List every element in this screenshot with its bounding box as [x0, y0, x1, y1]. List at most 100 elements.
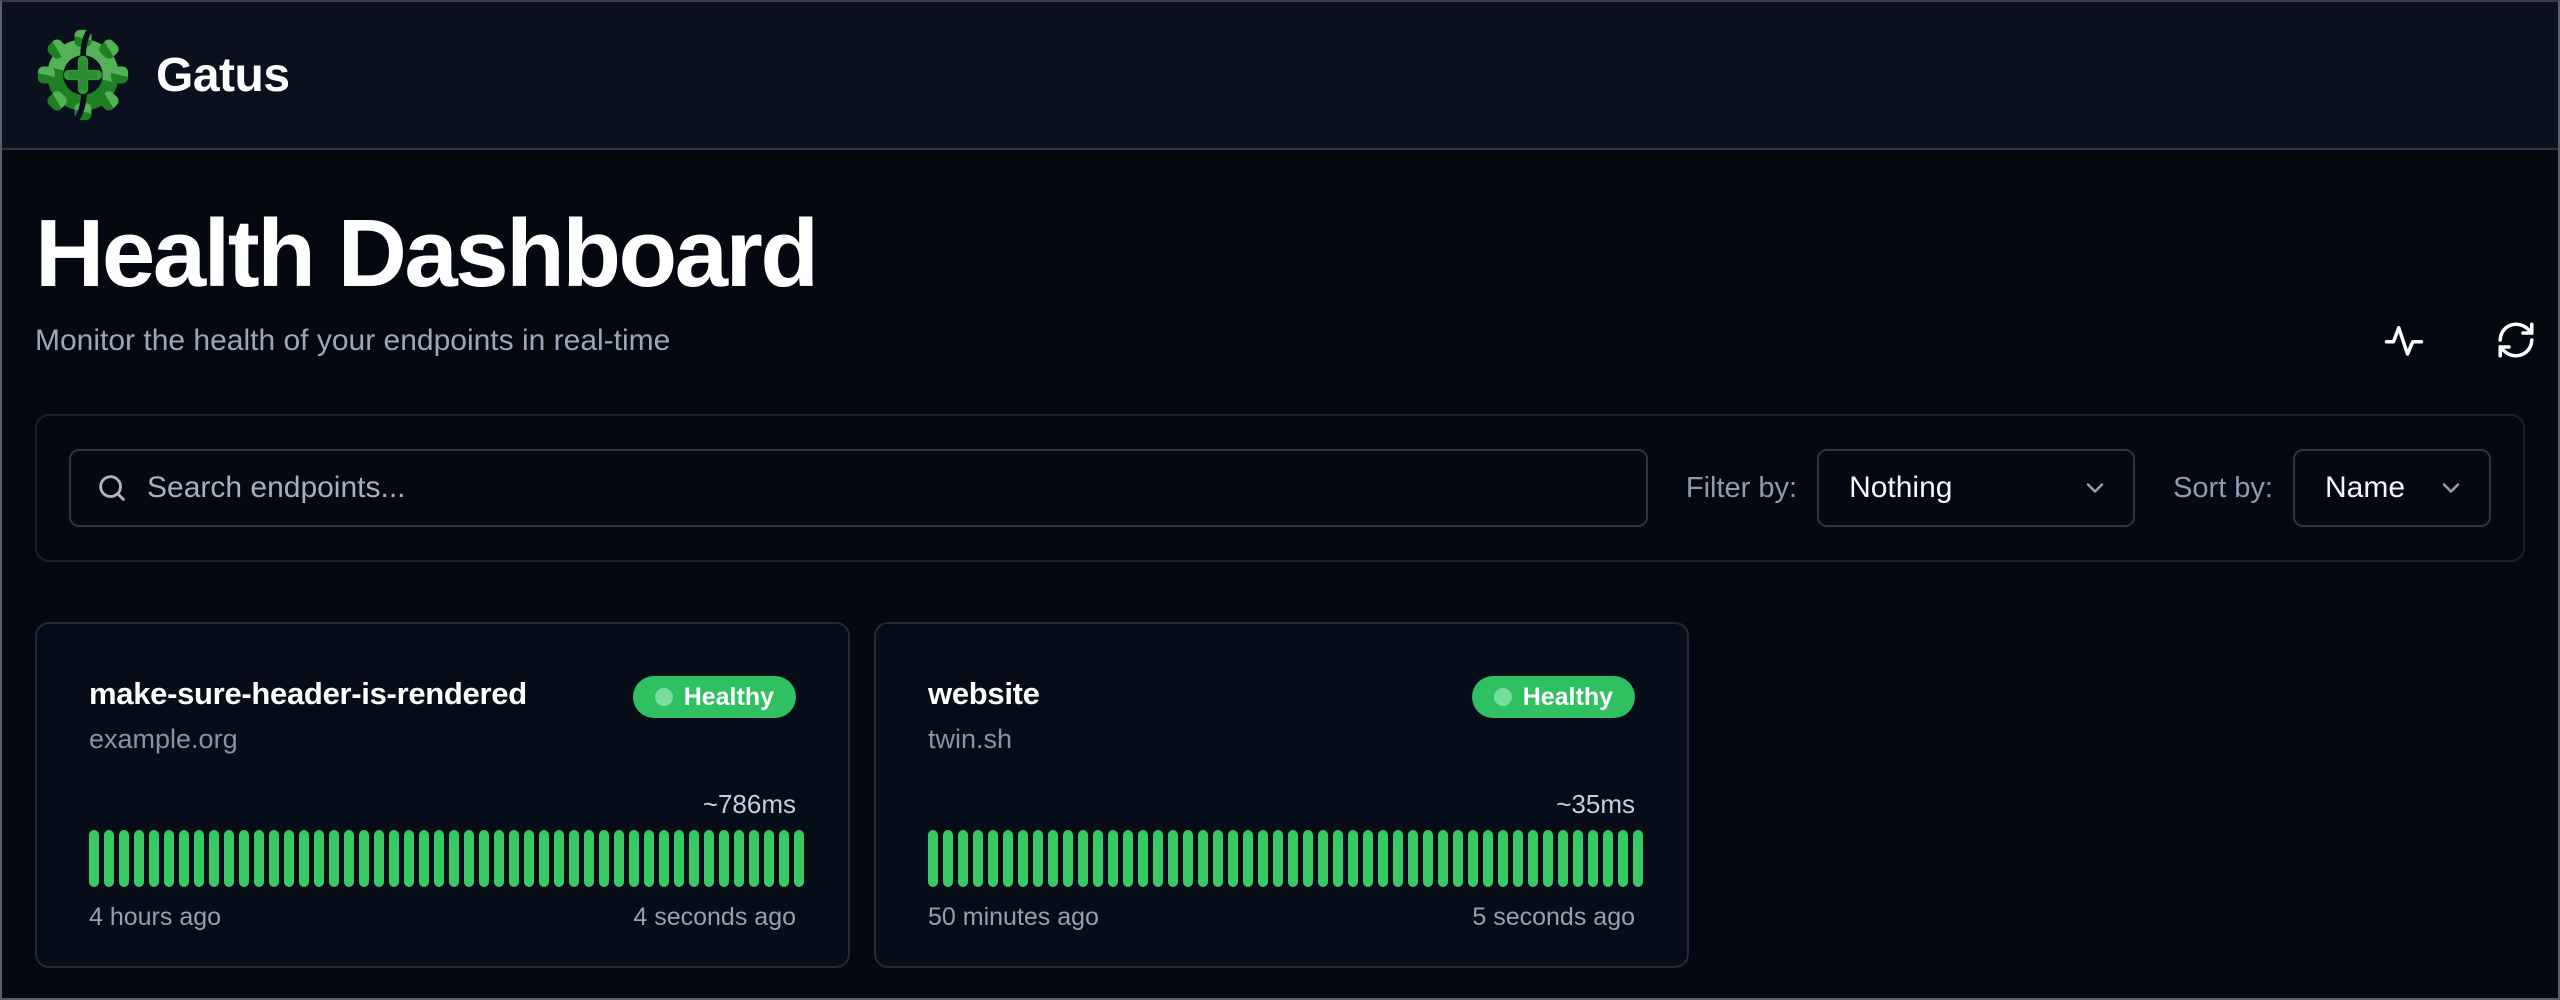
response-time-bar[interactable] [659, 830, 669, 887]
response-time-bar[interactable] [928, 830, 938, 887]
response-time-bar[interactable] [958, 830, 968, 887]
response-time-bar[interactable] [1138, 830, 1148, 887]
response-time-bar[interactable] [1018, 830, 1028, 887]
response-time-bar[interactable] [1528, 830, 1538, 887]
response-time-bar[interactable] [1318, 830, 1328, 887]
response-time-bar[interactable] [554, 830, 564, 887]
response-time-bar[interactable] [1498, 830, 1508, 887]
response-time-bar[interactable] [689, 830, 699, 887]
endpoint-card[interactable]: website twin.sh Healthy ~35ms 50 minutes… [874, 622, 1689, 968]
response-time-bar[interactable] [224, 830, 234, 887]
response-time-bar[interactable] [1483, 830, 1493, 887]
response-time-bar[interactable] [1393, 830, 1403, 887]
response-time-bar[interactable] [164, 830, 174, 887]
response-time-bar[interactable] [584, 830, 594, 887]
response-time-bar[interactable] [1243, 830, 1253, 887]
refresh-icon[interactable] [2494, 318, 2538, 362]
response-time-bar[interactable] [1543, 830, 1553, 887]
response-time-bar[interactable] [134, 830, 144, 887]
response-time-bar[interactable] [194, 830, 204, 887]
response-time-bar[interactable] [794, 830, 804, 887]
response-time-bar[interactable] [89, 830, 99, 887]
response-time-bar[interactable] [1033, 830, 1043, 887]
response-time-bar[interactable] [779, 830, 789, 887]
response-time-bar[interactable] [1003, 830, 1013, 887]
response-time-bar[interactable] [1588, 830, 1598, 887]
response-time-bar[interactable] [1288, 830, 1298, 887]
response-time-bar[interactable] [644, 830, 654, 887]
response-time-bar[interactable] [674, 830, 684, 887]
response-time-bar[interactable] [569, 830, 579, 887]
response-time-bar[interactable] [1153, 830, 1163, 887]
response-time-bar[interactable] [1228, 830, 1238, 887]
search-input[interactable] [147, 471, 1622, 505]
response-time-bar[interactable] [1513, 830, 1523, 887]
response-time-bar[interactable] [149, 830, 159, 887]
response-time-bar[interactable] [1198, 830, 1208, 887]
response-time-bar[interactable] [1378, 830, 1388, 887]
response-time-bar[interactable] [479, 830, 489, 887]
response-time-bar[interactable] [494, 830, 504, 887]
response-time-bar[interactable] [1558, 830, 1568, 887]
response-time-bar[interactable] [1093, 830, 1103, 887]
response-time-bar[interactable] [344, 830, 354, 887]
response-time-bar[interactable] [1453, 830, 1463, 887]
response-time-bar[interactable] [209, 830, 219, 887]
response-time-bar[interactable] [524, 830, 534, 887]
response-time-bar[interactable] [988, 830, 998, 887]
response-time-bar[interactable] [464, 830, 474, 887]
activity-icon[interactable] [2382, 318, 2426, 362]
response-time-bar[interactable] [973, 830, 983, 887]
response-time-bar[interactable] [764, 830, 774, 887]
filter-select[interactable]: Nothing [1817, 449, 2135, 527]
response-time-bar[interactable] [614, 830, 624, 887]
response-time-bar[interactable] [1108, 830, 1118, 887]
response-time-bar[interactable] [943, 830, 953, 887]
response-time-bar[interactable] [104, 830, 114, 887]
response-time-bar[interactable] [719, 830, 729, 887]
response-time-bar[interactable] [1438, 830, 1448, 887]
response-time-bar[interactable] [1258, 830, 1268, 887]
response-time-bar[interactable] [1213, 830, 1223, 887]
response-time-bar[interactable] [1468, 830, 1478, 887]
response-time-bar[interactable] [1273, 830, 1283, 887]
response-time-bar[interactable] [329, 830, 339, 887]
response-time-bar[interactable] [1408, 830, 1418, 887]
response-time-bar[interactable] [434, 830, 444, 887]
response-time-bar[interactable] [1123, 830, 1133, 887]
response-time-bar[interactable] [1168, 830, 1178, 887]
response-time-bar[interactable] [284, 830, 294, 887]
response-time-bar[interactable] [1603, 830, 1613, 887]
response-time-bar[interactable] [449, 830, 459, 887]
response-time-bar[interactable] [1048, 830, 1058, 887]
response-time-bar[interactable] [1063, 830, 1073, 887]
response-time-bar[interactable] [509, 830, 519, 887]
response-time-bar[interactable] [404, 830, 414, 887]
response-time-bar[interactable] [629, 830, 639, 887]
response-time-bar[interactable] [269, 830, 279, 887]
response-time-bar[interactable] [1333, 830, 1343, 887]
response-time-bar[interactable] [1618, 830, 1628, 887]
response-time-bar[interactable] [539, 830, 549, 887]
response-time-bar[interactable] [734, 830, 744, 887]
response-time-bar[interactable] [419, 830, 429, 887]
response-time-bar[interactable] [1303, 830, 1313, 887]
response-time-bar[interactable] [1573, 830, 1583, 887]
endpoint-card[interactable]: make-sure-header-is-rendered example.org… [35, 622, 850, 968]
response-time-bar[interactable] [119, 830, 129, 887]
response-time-bar[interactable] [1363, 830, 1373, 887]
response-time-bar[interactable] [389, 830, 399, 887]
response-time-bar[interactable] [299, 830, 309, 887]
sort-select[interactable]: Name [2293, 449, 2491, 527]
response-time-bar[interactable] [179, 830, 189, 887]
response-time-bar[interactable] [314, 830, 324, 887]
response-time-bar[interactable] [1348, 830, 1358, 887]
response-time-bar[interactable] [254, 830, 264, 887]
response-time-bar[interactable] [704, 830, 714, 887]
response-time-bar[interactable] [749, 830, 759, 887]
response-time-bar[interactable] [1078, 830, 1088, 887]
response-time-bar[interactable] [1633, 830, 1643, 887]
response-time-bar[interactable] [239, 830, 249, 887]
response-time-bar[interactable] [599, 830, 609, 887]
response-time-bar[interactable] [374, 830, 384, 887]
